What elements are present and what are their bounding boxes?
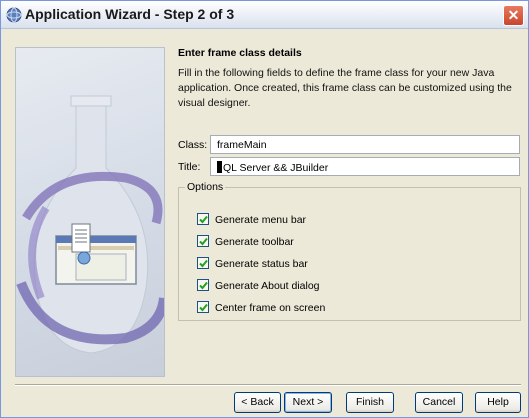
next-button[interactable]: Next >: [284, 392, 332, 413]
option-generate-status-bar[interactable]: Generate status bar: [197, 257, 308, 271]
option-generate-about-dialog[interactable]: Generate About dialog: [197, 279, 320, 293]
close-button[interactable]: ✕: [503, 5, 524, 26]
cancel-button[interactable]: Cancel: [415, 392, 463, 413]
checkbox-checked-icon[interactable]: [197, 279, 209, 291]
class-label: Class:: [178, 139, 208, 151]
checkbox-checked-icon[interactable]: [197, 257, 209, 269]
wizard-app-icon: [6, 7, 22, 23]
window-title: Application Wizard - Step 2 of 3: [25, 6, 235, 22]
option-label: Generate status bar: [215, 258, 308, 270]
option-label: Generate menu bar: [215, 214, 307, 226]
text-cursor: [217, 161, 222, 173]
class-field-value: frameMain: [217, 139, 267, 151]
back-button[interactable]: < Back: [234, 392, 281, 413]
checkbox-checked-icon[interactable]: [197, 301, 209, 313]
close-icon: ✕: [507, 7, 520, 23]
help-button[interactable]: Help: [475, 392, 521, 413]
option-generate-menu-bar[interactable]: Generate menu bar: [197, 213, 306, 227]
title-field-value: QL Server && JBuilder: [223, 162, 329, 174]
option-label: Center frame on screen: [215, 302, 326, 314]
step-heading: Enter frame class details: [178, 47, 302, 59]
step-description: Fill in the following fields to define t…: [178, 67, 512, 109]
title-bar[interactable]: Application Wizard - Step 2 of 3 ✕: [1, 1, 528, 29]
title-label: Title:: [178, 161, 201, 173]
class-field[interactable]: frameMain: [210, 135, 520, 154]
option-generate-toolbar[interactable]: Generate toolbar: [197, 235, 294, 249]
finish-button[interactable]: Finish: [346, 392, 394, 413]
button-separator: [15, 384, 521, 386]
options-legend: Options: [185, 181, 226, 193]
option-center-frame[interactable]: Center frame on screen: [197, 301, 325, 315]
checkbox-checked-icon[interactable]: [197, 213, 209, 225]
wizard-window: Application Wizard - Step 2 of 3 ✕ Enter…: [0, 0, 529, 418]
title-field[interactable]: QL Server && JBuilder: [210, 157, 520, 176]
checkbox-checked-icon[interactable]: [197, 235, 209, 247]
option-label: Generate toolbar: [215, 236, 294, 248]
option-label: Generate About dialog: [215, 280, 320, 292]
wizard-side-illustration: [15, 47, 165, 377]
